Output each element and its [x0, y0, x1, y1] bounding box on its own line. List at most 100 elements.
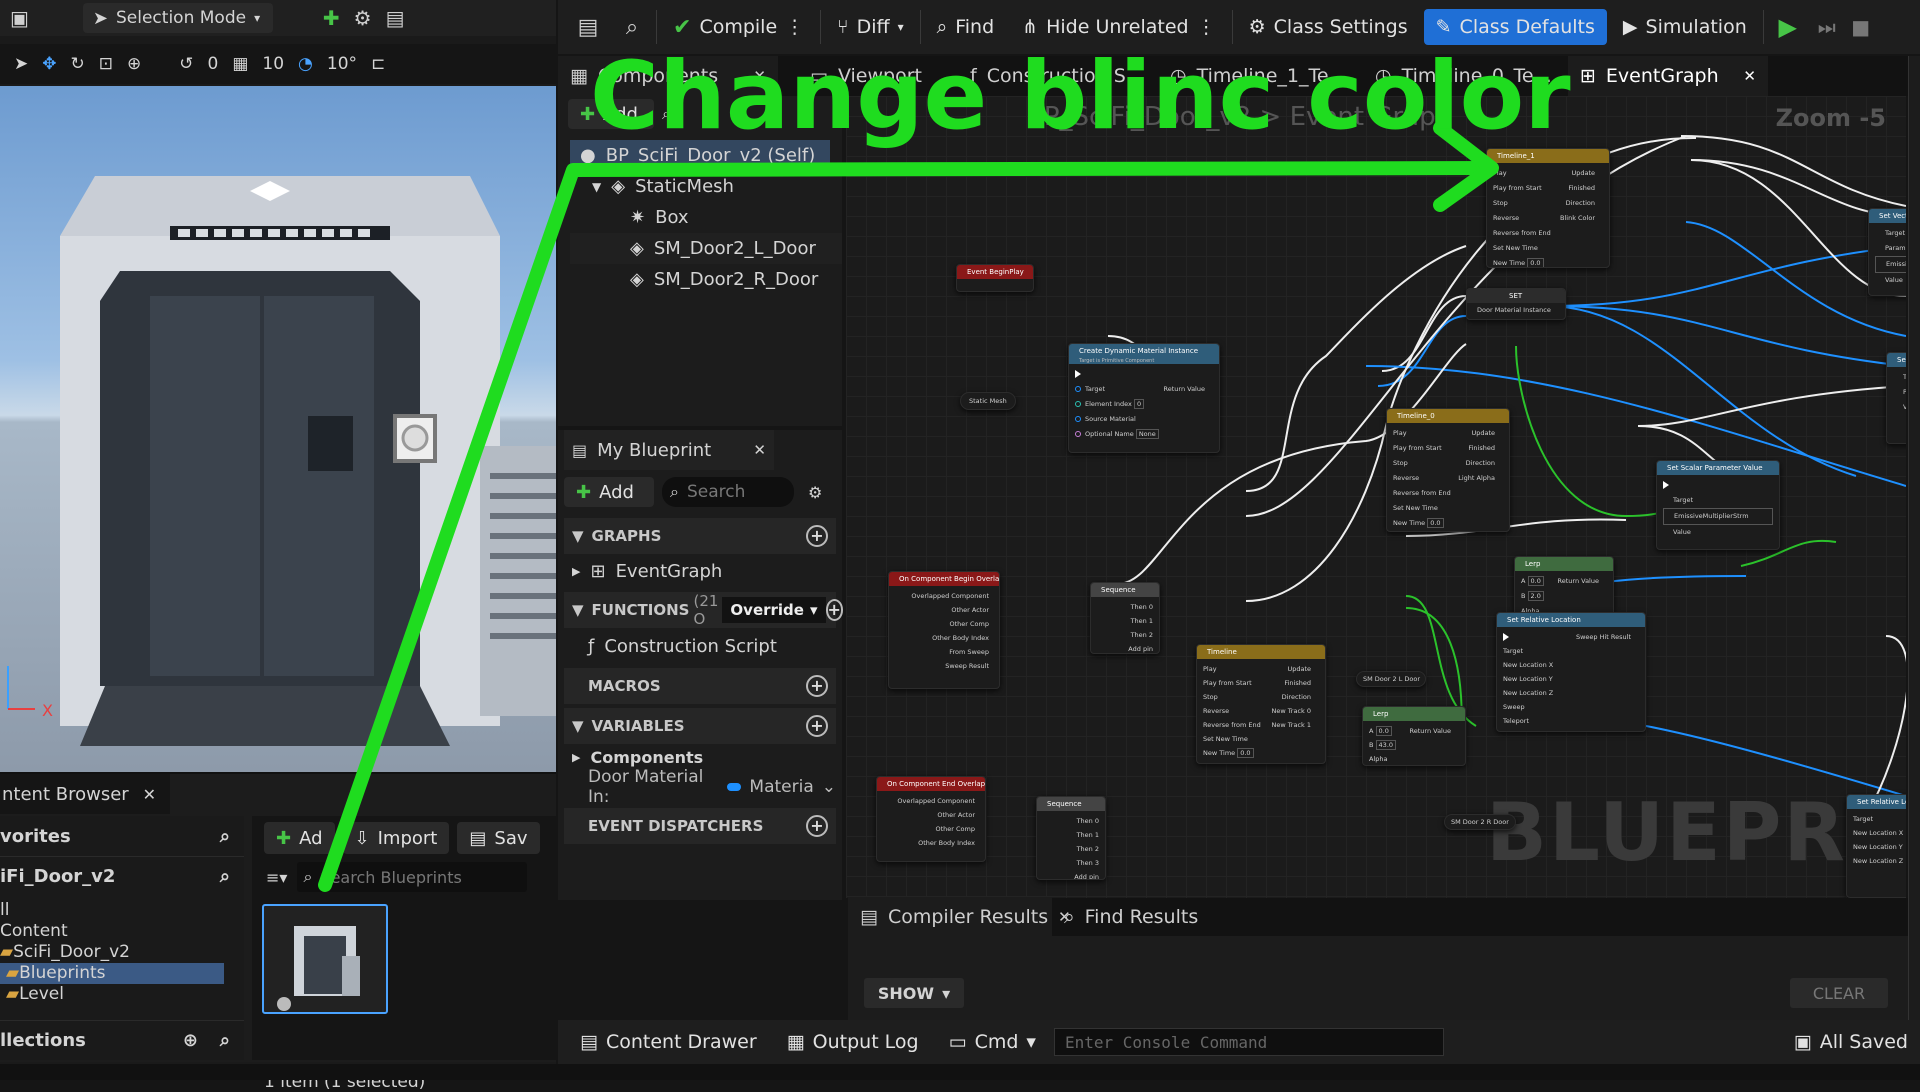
blueprint-menu-icon[interactable]: ⚙ — [354, 6, 372, 30]
node-lerp-1[interactable]: Lerp A 0.0 Return Value B 2.0 Alpha — [1514, 556, 1614, 616]
save-all-button[interactable]: ▤ Sav — [457, 822, 540, 854]
rotation-snap-value[interactable]: 0 — [208, 54, 219, 74]
all-saved-indicator[interactable]: ▣ All Saved — [1782, 1024, 1920, 1060]
add-variable-icon[interactable]: + — [806, 715, 828, 737]
node-set-relative-location-1[interactable]: Set Relative Location Sweep Hit Result T… — [1496, 612, 1646, 732]
angle-icon[interactable]: ◔ — [298, 54, 313, 74]
add-function-icon[interactable]: + — [825, 599, 843, 621]
add-macro-icon[interactable]: + — [806, 675, 828, 697]
component-staticmesh[interactable]: ▼ ◈ StaticMesh — [570, 171, 842, 202]
search-icon[interactable]: ⌕ — [220, 866, 230, 887]
angle-snap-value[interactable]: 10° — [327, 54, 357, 74]
more-options-icon[interactable]: ⋮ — [1197, 16, 1216, 38]
node-static-mesh-getter[interactable]: Static Mesh — [960, 392, 1016, 410]
node-event-beginplay[interactable]: Event BeginPlay — [956, 264, 1034, 292]
function-item-construction[interactable]: ƒ Construction Script — [564, 628, 836, 664]
grid-icon[interactable]: ▦ — [232, 54, 248, 74]
diff-button[interactable]: ⑂ Diff ▾ — [825, 9, 915, 45]
rotate-tool-icon[interactable]: ↻ — [71, 54, 85, 74]
save-icon[interactable]: ▤ — [568, 15, 608, 40]
search-blueprints-input[interactable]: ⌕ Search Blueprints — [297, 862, 528, 892]
compile-button[interactable]: ✔ Compile ⋮ — [661, 9, 816, 45]
grid-snap-value[interactable]: 10 — [262, 54, 284, 74]
stop-icon[interactable]: ■ — [1846, 15, 1876, 39]
expand-arrow-icon[interactable]: ▼ — [592, 180, 601, 194]
cmd-dropdown[interactable]: ▭ Cmd ▾ — [937, 1024, 1048, 1060]
level-viewport[interactable]: X — [0, 86, 556, 772]
collections-header[interactable]: llections ⊕ ⌕ — [0, 1020, 244, 1060]
add-member-button[interactable]: ✚ Add — [564, 477, 654, 507]
add-asset-button[interactable]: ✚ Ad — [264, 822, 335, 854]
find-button[interactable]: ⌕ Find — [925, 9, 1007, 45]
event-dispatchers-section[interactable]: EVENT DISPATCHERS + — [564, 808, 836, 844]
node-lerp-2[interactable]: Lerp A 0.0 Return Value B 43.0 Alpha — [1362, 706, 1466, 766]
component-box[interactable]: ✷ Box — [570, 202, 842, 233]
node-sequence-2[interactable]: Sequence Then 0 Then 1 Then 2 Then 3 Add… — [1036, 796, 1106, 880]
selection-mode-button[interactable]: ➤ Selection Mode ▾ — [82, 3, 273, 33]
scale-tool-icon[interactable]: ⊡ — [99, 54, 113, 74]
folder-icon[interactable]: ▣ — [10, 6, 29, 30]
play-icon[interactable]: ▶ — [1768, 13, 1808, 41]
add-dispatcher-icon[interactable]: + — [806, 815, 828, 837]
search-icon[interactable]: ⌕ — [220, 826, 230, 847]
browse-icon[interactable]: ⌕ — [612, 15, 652, 40]
my-blueprint-tab[interactable]: ▤ My Blueprint ✕ — [564, 430, 774, 470]
camera-speed-icon[interactable]: ⊏ — [371, 54, 385, 74]
search-icon[interactable]: ⌕ — [220, 1030, 230, 1051]
world-space-icon[interactable]: ⊕ — [127, 54, 141, 74]
filter-icon[interactable]: ≡▾ — [266, 868, 287, 887]
node-timeline[interactable]: Timeline Play Update Play from Start Finis… — [1196, 644, 1326, 764]
node-on-overlap-begin[interactable]: On Component Begin Overlap (Box) Overlap… — [888, 571, 1000, 689]
close-icon[interactable]: ✕ — [753, 441, 766, 459]
node-timeline-1[interactable]: Timeline_1 Play Update Play from Start Fin… — [1486, 148, 1610, 268]
my-blueprint-search[interactable]: ⌕ Search — [662, 477, 794, 507]
step-icon[interactable]: ⏭ — [1812, 15, 1842, 39]
favorites-header[interactable]: vorites ⌕ — [0, 816, 244, 856]
graph-item-eventgraph[interactable]: ▶ ⊞ EventGraph — [564, 554, 836, 588]
tree-item-all[interactable]: ll — [0, 900, 244, 921]
console-input[interactable]: Enter Console Command — [1053, 1028, 1444, 1056]
macros-section[interactable]: MACROS + — [564, 668, 836, 704]
project-header[interactable]: iFi_Door_v2 ⌕ — [0, 856, 244, 896]
clear-button[interactable]: CLEAR — [1790, 978, 1888, 1008]
component-right-door[interactable]: ◈ SM_Door2_R_Door — [570, 264, 842, 295]
variables-section[interactable]: ▼ VARIABLES + — [564, 708, 836, 744]
snap-rotate-icon[interactable]: ↺ — [179, 54, 193, 74]
close-icon[interactable]: ✕ — [143, 785, 156, 804]
close-icon[interactable]: ✕ — [1743, 67, 1756, 85]
tree-item-level[interactable]: ▰Level — [0, 984, 244, 1005]
node-sm-door-l[interactable]: SM Door 2 L Door — [1356, 671, 1426, 687]
tree-item-content[interactable]: Content — [0, 921, 244, 942]
tab-eventgraph[interactable]: ⊞ EventGraph ✕ — [1568, 56, 1768, 96]
node-set-vector-param-2[interactable]: Set Vector Parameter Value Target Parame… — [1886, 352, 1906, 444]
simulation-button[interactable]: ▶ Simulation — [1611, 9, 1759, 45]
select-tool-icon[interactable]: ➤ — [14, 54, 28, 74]
node-set-vector-param-1[interactable]: Set Vector Parameter Value Target Parame… — [1868, 208, 1906, 296]
tab-compiler-results[interactable]: ▤ Compiler Results ✕ — [848, 897, 1071, 937]
node-set-scalar-param[interactable]: Set Scalar Parameter Value Target Emissi… — [1656, 460, 1780, 550]
more-options-icon[interactable]: ⋮ — [785, 16, 804, 38]
content-drawer-button[interactable]: ▤ Content Drawer — [568, 1024, 769, 1060]
move-tool-icon[interactable]: ✥ — [42, 54, 56, 74]
class-defaults-button[interactable]: ✎ Class Defaults — [1423, 9, 1607, 45]
functions-section[interactable]: ▼ FUNCTIONS (21 O Override ▾ + — [564, 592, 843, 628]
graphs-section[interactable]: ▼ GRAPHS + — [564, 518, 836, 554]
tab-find-results[interactable]: ⌕ Find Results — [1052, 897, 1210, 937]
node-timeline-0[interactable]: Timeline_0 Play Update Play from Start Fin… — [1386, 408, 1510, 532]
event-graph-canvas[interactable]: BP_SciFi_Door_v2 > Event Graph Zoom -5 B… — [846, 96, 1906, 898]
class-settings-button[interactable]: ⚙ Class Settings — [1237, 9, 1420, 45]
node-set-door-mi[interactable]: SET Door Material Instance — [1466, 288, 1566, 320]
node-sequence-1[interactable]: Sequence Then 0 Then 1 Then 2 Add pin — [1090, 582, 1160, 654]
hide-unrelated-button[interactable]: ⋔ Hide Unrelated ⋮ — [1010, 9, 1227, 45]
node-set-relative-location-2[interactable]: Set Relative Location Target New Locatio… — [1846, 794, 1906, 898]
add-collection-icon[interactable]: ⊕ — [183, 1030, 198, 1051]
variable-door-material[interactable]: Door Material In: Materia ⌄ — [564, 767, 836, 807]
node-on-overlap-end[interactable]: On Component End Overlap (Box) Overlappe… — [876, 776, 986, 862]
add-actor-icon[interactable]: ✚ — [323, 6, 340, 30]
asset-thumbnail-door[interactable] — [262, 904, 388, 1014]
content-browser-tab[interactable]: ntent Browser ✕ — [0, 774, 170, 814]
output-log-button[interactable]: ▦ Output Log — [775, 1024, 931, 1060]
override-dropdown[interactable]: Override ▾ — [722, 597, 826, 623]
node-create-dmi[interactable]: Create Dynamic Material Instance Target … — [1068, 343, 1220, 453]
node-sm-door-r[interactable]: SM Door 2 R Door — [1444, 814, 1516, 830]
